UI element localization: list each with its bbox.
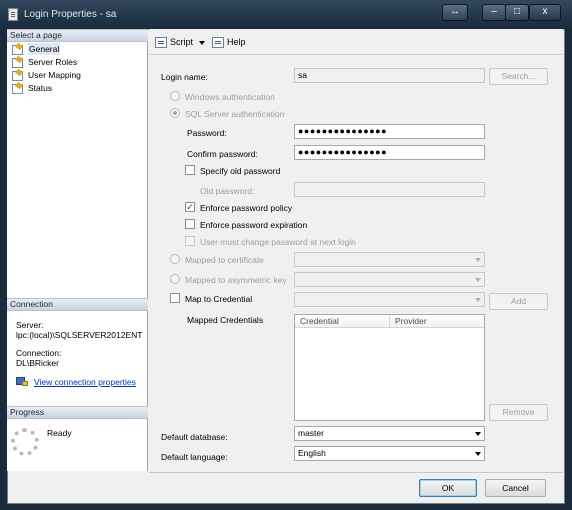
page-item-label: Server Roles [28, 57, 78, 67]
page-item-label: General [28, 43, 61, 55]
wrench-page-icon [12, 44, 23, 55]
maximize-button[interactable]: □ [505, 4, 529, 21]
mapped-asymmetric-key-radio[interactable] [170, 274, 180, 284]
old-password-field[interactable] [294, 182, 485, 197]
script-icon [155, 37, 167, 48]
enforce-password-policy-label: Enforce password policy [200, 203, 293, 213]
confirm-password-field[interactable]: ●●●●●●●●●●●●●●● [294, 145, 485, 160]
password-label: Password: [187, 128, 227, 138]
remove-credential-button[interactable]: Remove [489, 404, 548, 421]
connection-header: Connection [7, 298, 148, 311]
view-connection-properties-link[interactable]: View connection properties [34, 377, 136, 387]
footer-divider [149, 472, 563, 473]
must-change-password-checkbox[interactable] [185, 236, 195, 246]
help-button[interactable]: Help [227, 37, 246, 47]
wrench-page-icon [12, 57, 23, 68]
enforce-password-expiration-checkbox[interactable] [185, 219, 195, 229]
page-item-user-mapping[interactable]: User Mapping [12, 69, 132, 81]
left-pane: Select a page General Server Roles User … [7, 29, 148, 471]
select-page-header: Select a page [7, 29, 148, 42]
asymmetric-key-combo[interactable] [294, 272, 485, 287]
sql-auth-label: SQL Server authentication [185, 109, 285, 119]
provider-column-header[interactable]: Provider [390, 315, 484, 328]
close-button[interactable]: x [529, 4, 561, 21]
window-document-icon [8, 8, 18, 21]
connection-properties-icon [16, 376, 29, 387]
windows-auth-label: Windows authentication [185, 92, 275, 102]
default-database-value: master [298, 428, 324, 438]
credential-combo[interactable] [294, 292, 485, 307]
search-button[interactable]: Search... [489, 68, 548, 85]
cancel-button[interactable]: Cancel [485, 479, 546, 497]
default-language-value: English [298, 448, 326, 458]
page-item-general[interactable]: General [12, 43, 132, 55]
chevron-down-icon [475, 432, 481, 436]
mapped-asymmetric-key-label: Mapped to asymmetric key [185, 275, 287, 285]
connection-value: DL\BRicker [16, 358, 59, 368]
page-item-label: User Mapping [28, 70, 81, 80]
must-change-password-label: User must change password at next login [200, 237, 356, 247]
mapped-credentials-label: Mapped Credentials [187, 315, 264, 325]
progress-spinner-icon [11, 428, 39, 456]
password-field[interactable]: ●●●●●●●●●●●●●●● [294, 124, 485, 139]
sql-auth-radio[interactable] [170, 108, 180, 118]
certificate-combo[interactable] [294, 252, 485, 267]
confirm-password-label: Confirm password: [187, 149, 258, 159]
progress-header: Progress [7, 406, 148, 419]
script-dropdown-chevron-icon[interactable] [199, 41, 205, 45]
specify-old-password-checkbox[interactable] [185, 165, 195, 175]
ok-button[interactable]: OK [419, 479, 477, 497]
restore-arrows-button[interactable]: ↔ [442, 4, 468, 21]
title-bar[interactable]: Login Properties - sa ↔ – □ x [0, 0, 572, 28]
map-to-credential-label: Map to Credential [185, 294, 253, 304]
server-label: Server: [16, 320, 44, 330]
help-icon [212, 37, 224, 48]
page-item-label: Status [28, 83, 53, 93]
add-credential-button[interactable]: Add [489, 293, 548, 310]
enforce-password-expiration-label: Enforce password expiration [200, 220, 308, 230]
page-item-server-roles[interactable]: Server Roles [12, 56, 132, 68]
wrench-page-icon [12, 70, 23, 81]
chevron-down-icon [475, 278, 481, 282]
default-database-label: Default database: [161, 432, 228, 442]
default-database-combo[interactable]: master [294, 426, 485, 441]
login-name-label: Login name: [161, 72, 208, 82]
mapped-credentials-grid[interactable]: Credential Provider [294, 314, 485, 421]
enforce-password-policy-checkbox[interactable]: ✓ [185, 202, 195, 212]
progress-status: Ready [47, 428, 72, 438]
default-language-label: Default language: [161, 452, 228, 462]
login-name-field[interactable]: sa [294, 68, 485, 83]
mapped-certificate-radio[interactable] [170, 254, 180, 264]
mapped-certificate-label: Mapped to certificate [185, 255, 264, 265]
credential-column-header[interactable]: Credential [295, 315, 390, 328]
page-item-status[interactable]: Status [12, 82, 132, 94]
old-password-label: Old password: [200, 186, 255, 196]
chevron-down-icon [475, 298, 481, 302]
toolbar: Script Help [149, 29, 563, 55]
chevron-down-icon [475, 452, 481, 456]
window-title: Login Properties - sa [24, 9, 117, 20]
default-language-combo[interactable]: English [294, 446, 485, 461]
minimize-button[interactable]: – [482, 4, 506, 21]
chevron-down-icon [475, 258, 481, 262]
map-to-credential-checkbox[interactable] [170, 293, 180, 303]
windows-auth-radio[interactable] [170, 91, 180, 101]
connection-label: Connection: [16, 348, 62, 358]
wrench-page-icon [12, 83, 23, 94]
script-button[interactable]: Script [170, 37, 193, 47]
server-value: lpc:(local)\SQLSERVER2012ENT [16, 330, 143, 340]
specify-old-password-label: Specify old password [200, 166, 281, 176]
